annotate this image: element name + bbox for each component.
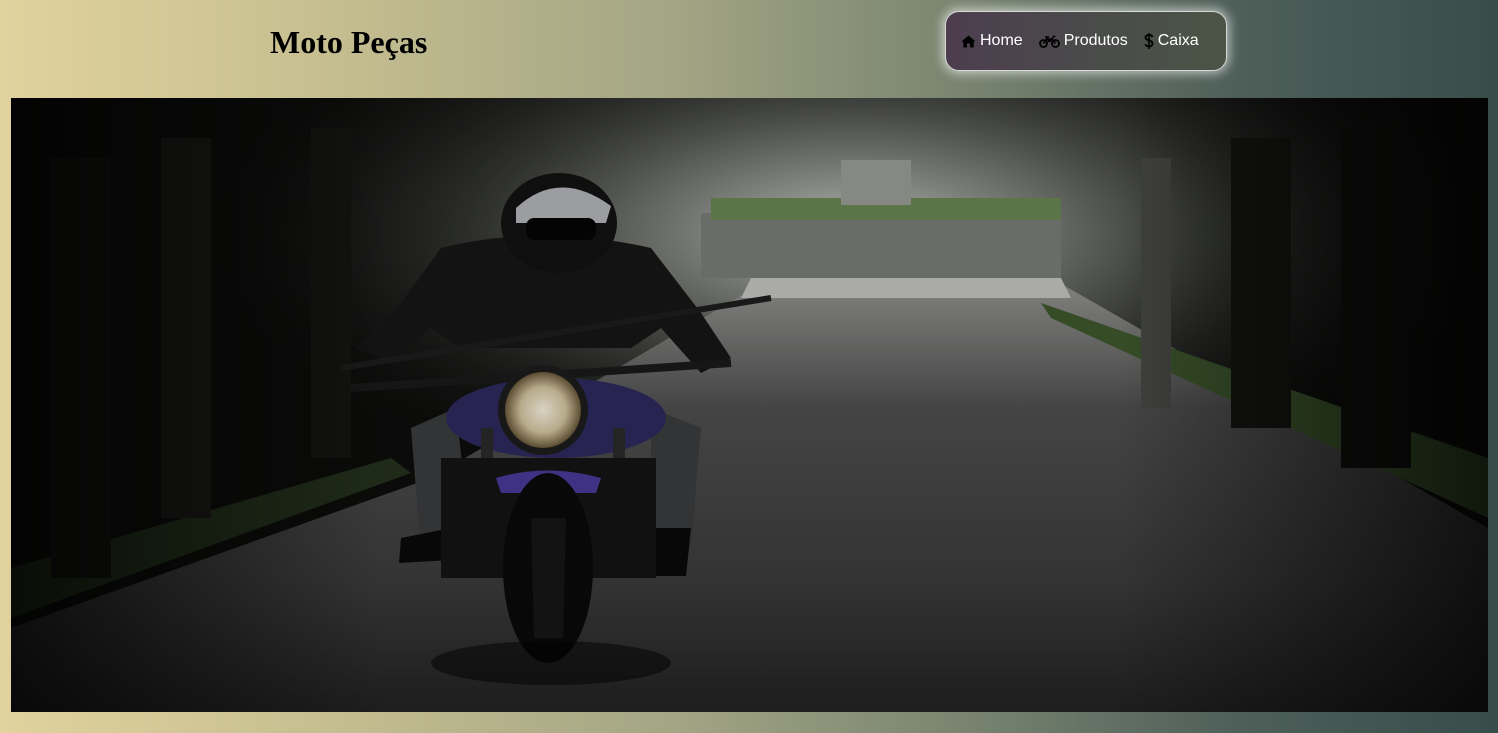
hero-image <box>11 98 1488 712</box>
motorcycle-rider-illustration <box>11 98 1488 712</box>
site-title: Moto Peças <box>270 24 428 60</box>
nav-produtos-label: Produtos <box>1063 32 1128 49</box>
nav-caixa-link[interactable]: Caixa <box>1144 31 1199 51</box>
nav-home-link[interactable]: Home <box>961 31 1023 51</box>
nav-caixa-label: Caixa <box>1157 32 1199 49</box>
nav-produtos-link[interactable]: Produtos <box>1038 31 1128 51</box>
home-icon <box>961 35 976 48</box>
dollar-icon <box>1144 33 1154 49</box>
main-navigation: Home Produtos Caixa <box>945 11 1227 71</box>
nav-home-label: Home <box>980 32 1023 49</box>
motorcycle-icon <box>1038 35 1060 48</box>
